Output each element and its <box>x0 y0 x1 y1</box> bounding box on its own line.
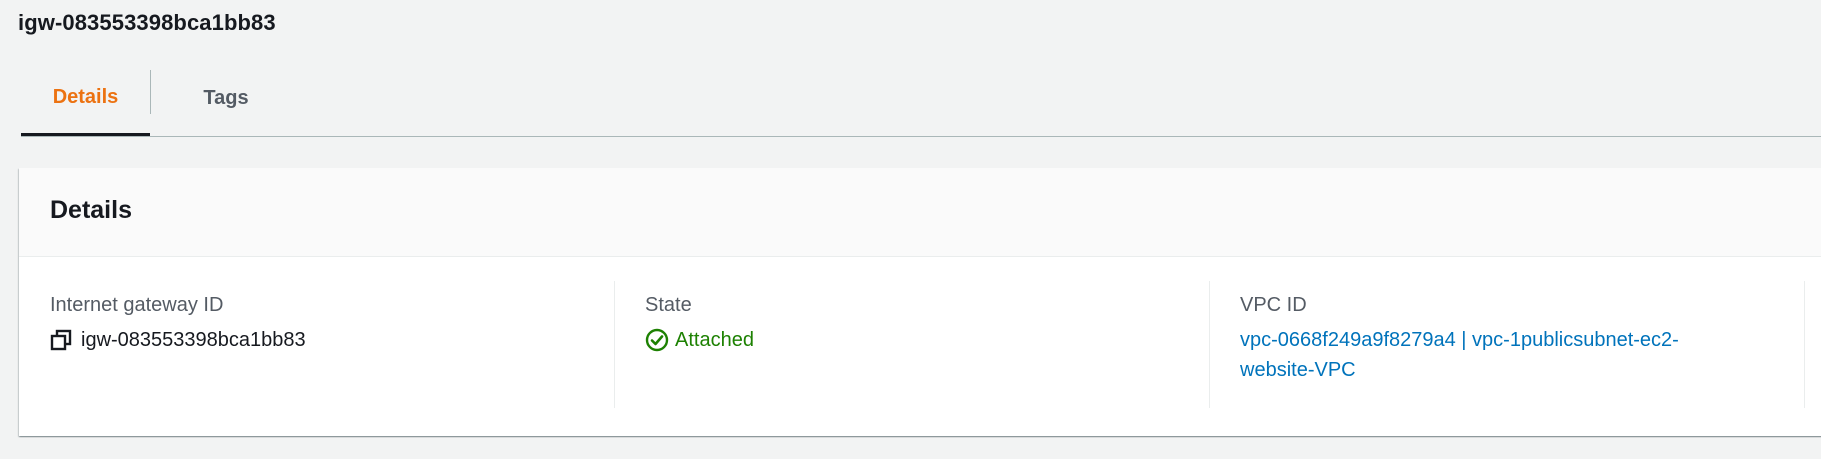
details-panel: Details Internet gateway ID igw-08355339… <box>19 168 1821 436</box>
details-panel-header: Details <box>19 168 1821 257</box>
copy-icon[interactable] <box>50 329 72 351</box>
state-label: State <box>645 294 692 316</box>
column-divider <box>614 281 615 408</box>
column-divider <box>1804 281 1805 408</box>
check-circle-icon <box>645 328 669 352</box>
gateway-id-value: igw-083553398bca1bb83 <box>81 329 306 351</box>
gateway-id-field: Internet gateway ID igw-083553398bca1bb8… <box>50 281 610 407</box>
details-panel-body: Internet gateway ID igw-083553398bca1bb8… <box>19 257 1821 436</box>
page-title: igw-083553398bca1bb83 <box>18 10 276 35</box>
tab-details[interactable]: Details <box>21 60 150 136</box>
details-panel-title: Details <box>50 196 132 224</box>
vpc-id-value-row: vpc-0668f249a9f8279a4 | vpc-1publicsubne… <box>1240 325 1800 385</box>
vpc-id-link[interactable]: vpc-0668f249a9f8279a4 | vpc-1publicsubne… <box>1240 325 1740 385</box>
column-divider <box>1209 281 1210 408</box>
state-value-row: Attached <box>645 325 1205 355</box>
gateway-id-label: Internet gateway ID <box>50 294 224 316</box>
page: igw-083553398bca1bb83 Details Tags Detai… <box>0 0 1821 459</box>
gateway-id-value-row: igw-083553398bca1bb83 <box>50 325 610 355</box>
vpc-id-field: VPC ID vpc-0668f249a9f8279a4 | vpc-1publ… <box>1240 281 1800 407</box>
tab-bar: Details Tags <box>21 60 1821 137</box>
tab-tags[interactable]: Tags <box>151 60 301 136</box>
state-value: Attached <box>675 329 754 351</box>
vpc-id-label: VPC ID <box>1240 294 1307 316</box>
state-field: State Attached <box>645 281 1205 407</box>
